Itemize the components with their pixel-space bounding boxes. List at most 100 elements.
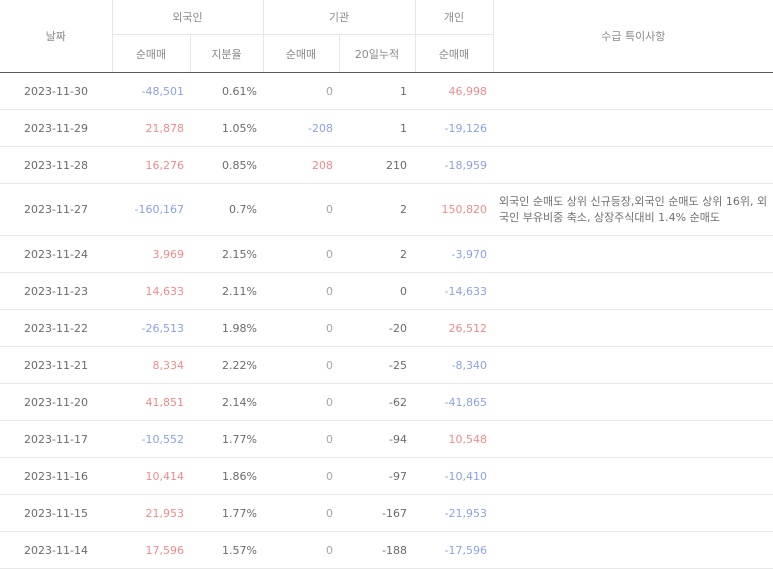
institution-cum-cell: -20	[339, 309, 415, 347]
header-individual: 개인	[414, 0, 493, 35]
date-cell: 2023-11-23	[0, 272, 112, 310]
note-cell	[493, 309, 773, 347]
note-cell	[493, 235, 773, 273]
note-cell	[493, 531, 773, 569]
table-row: 2023-11-14 17,596 1.57% 0 -188 -17,596	[0, 531, 773, 569]
institution-net-cell: 0	[263, 235, 339, 273]
institution-cum-cell: -97	[339, 457, 415, 495]
table-row: 2023-11-27 -160,167 0.7% 0 2 150,820 외국인 순매도 상…	[0, 183, 773, 236]
date-cell: 2023-11-17	[0, 420, 112, 458]
individual-net-cell: -19,126	[415, 109, 493, 147]
foreign-ratio-cell: 1.77%	[190, 494, 263, 532]
date-cell: 2023-11-28	[0, 146, 112, 184]
institution-net-cell: 0	[263, 72, 339, 110]
note-cell	[493, 420, 773, 458]
institution-net-cell: 208	[263, 146, 339, 184]
date-cell: 2023-11-29	[0, 109, 112, 147]
header-date: 날짜	[0, 0, 112, 73]
note-cell	[493, 272, 773, 310]
table-row: 2023-11-15 21,953 1.77% 0 -167 -21,953	[0, 494, 773, 532]
table-body: 2023-11-30 -48,501 0.61% 0 1 46,998 2023-11-29…	[0, 72, 773, 569]
institution-net-cell: -208	[263, 109, 339, 147]
date-cell: 2023-11-24	[0, 235, 112, 273]
foreign-ratio-cell: 1.86%	[190, 457, 263, 495]
foreign-net-cell: 3,969	[112, 235, 190, 273]
date-cell: 2023-11-30	[0, 72, 112, 110]
header-institution: 기관	[262, 0, 415, 35]
individual-net-cell: -10,410	[415, 457, 493, 495]
institution-net-cell: 0	[263, 383, 339, 421]
institution-net-cell: 0	[263, 346, 339, 384]
foreign-ratio-cell: 1.57%	[190, 531, 263, 569]
header-institution-cum: 20일누적	[338, 34, 415, 73]
individual-net-cell: 26,512	[415, 309, 493, 347]
foreign-ratio-cell: 1.05%	[190, 109, 263, 147]
foreign-ratio-cell: 0.7%	[190, 183, 263, 236]
institution-net-cell: 0	[263, 272, 339, 310]
table-row: 2023-11-28 16,276 0.85% 208 210 -18,959	[0, 146, 773, 184]
foreign-net-cell: -48,501	[112, 72, 190, 110]
table-row: 2023-11-20 41,851 2.14% 0 -62 -41,865	[0, 383, 773, 421]
note-cell	[493, 494, 773, 532]
date-cell: 2023-11-16	[0, 457, 112, 495]
table-row: 2023-11-24 3,969 2.15% 0 2 -3,970	[0, 235, 773, 273]
institution-cum-cell: -94	[339, 420, 415, 458]
note-cell: 외국인 순매도 상위 신규등장,외국인 순매도 상위 16위, 외국인 부유비중…	[493, 183, 773, 236]
institution-cum-cell: 1	[339, 72, 415, 110]
foreign-ratio-cell: 1.77%	[190, 420, 263, 458]
individual-net-cell: 150,820	[415, 183, 493, 236]
institution-net-cell: 0	[263, 457, 339, 495]
institution-cum-cell: -62	[339, 383, 415, 421]
institution-cum-cell: 2	[339, 183, 415, 236]
foreign-net-cell: 8,334	[112, 346, 190, 384]
table-row: 2023-11-17 -10,552 1.77% 0 -94 10,548	[0, 420, 773, 458]
institution-net-cell: 0	[263, 309, 339, 347]
date-cell: 2023-11-21	[0, 346, 112, 384]
table-row: 2023-11-29 21,878 1.05% -208 1 -19,126	[0, 109, 773, 147]
foreign-ratio-cell: 2.15%	[190, 235, 263, 273]
header-institution-net: 순매매	[262, 34, 339, 73]
note-cell	[493, 146, 773, 184]
foreign-ratio-cell: 2.22%	[190, 346, 263, 384]
foreign-ratio-cell: 1.98%	[190, 309, 263, 347]
individual-net-cell: -41,865	[415, 383, 493, 421]
foreign-net-cell: 17,596	[112, 531, 190, 569]
foreign-ratio-cell: 2.11%	[190, 272, 263, 310]
foreign-ratio-cell: 2.14%	[190, 383, 263, 421]
institution-cum-cell: -167	[339, 494, 415, 532]
institution-cum-cell: 1	[339, 109, 415, 147]
institution-cum-cell: -188	[339, 531, 415, 569]
individual-net-cell: -21,953	[415, 494, 493, 532]
institution-cum-cell: 0	[339, 272, 415, 310]
table-row: 2023-11-23 14,633 2.11% 0 0 -14,633	[0, 272, 773, 310]
foreign-net-cell: 21,953	[112, 494, 190, 532]
header-note: 수급 특이사항	[492, 0, 773, 73]
individual-net-cell: -14,633	[415, 272, 493, 310]
date-cell: 2023-11-27	[0, 183, 112, 236]
foreign-net-cell: -26,513	[112, 309, 190, 347]
foreign-net-cell: 14,633	[112, 272, 190, 310]
institution-net-cell: 0	[263, 531, 339, 569]
individual-net-cell: -17,596	[415, 531, 493, 569]
institution-cum-cell: 2	[339, 235, 415, 273]
note-cell	[493, 109, 773, 147]
foreign-ratio-cell: 0.61%	[190, 72, 263, 110]
institution-net-cell: 0	[263, 183, 339, 236]
header-foreign-ratio: 지분율	[189, 34, 263, 73]
individual-net-cell: 10,548	[415, 420, 493, 458]
note-cell	[493, 457, 773, 495]
foreign-net-cell: 41,851	[112, 383, 190, 421]
foreign-ratio-cell: 0.85%	[190, 146, 263, 184]
investor-trading-table: 날짜 외국인 기관 개인 수급 특이사항 순매매 지분율 순매매 20일누적 순…	[0, 0, 773, 569]
institution-cum-cell: 210	[339, 146, 415, 184]
date-cell: 2023-11-15	[0, 494, 112, 532]
foreign-net-cell: -160,167	[112, 183, 190, 236]
institution-net-cell: 0	[263, 494, 339, 532]
header-foreign-net: 순매매	[111, 34, 190, 73]
foreign-net-cell: -10,552	[112, 420, 190, 458]
table-row: 2023-11-16 10,414 1.86% 0 -97 -10,410	[0, 457, 773, 495]
foreign-net-cell: 10,414	[112, 457, 190, 495]
header-individual-net: 순매매	[414, 34, 493, 73]
foreign-net-cell: 16,276	[112, 146, 190, 184]
individual-net-cell: -18,959	[415, 146, 493, 184]
